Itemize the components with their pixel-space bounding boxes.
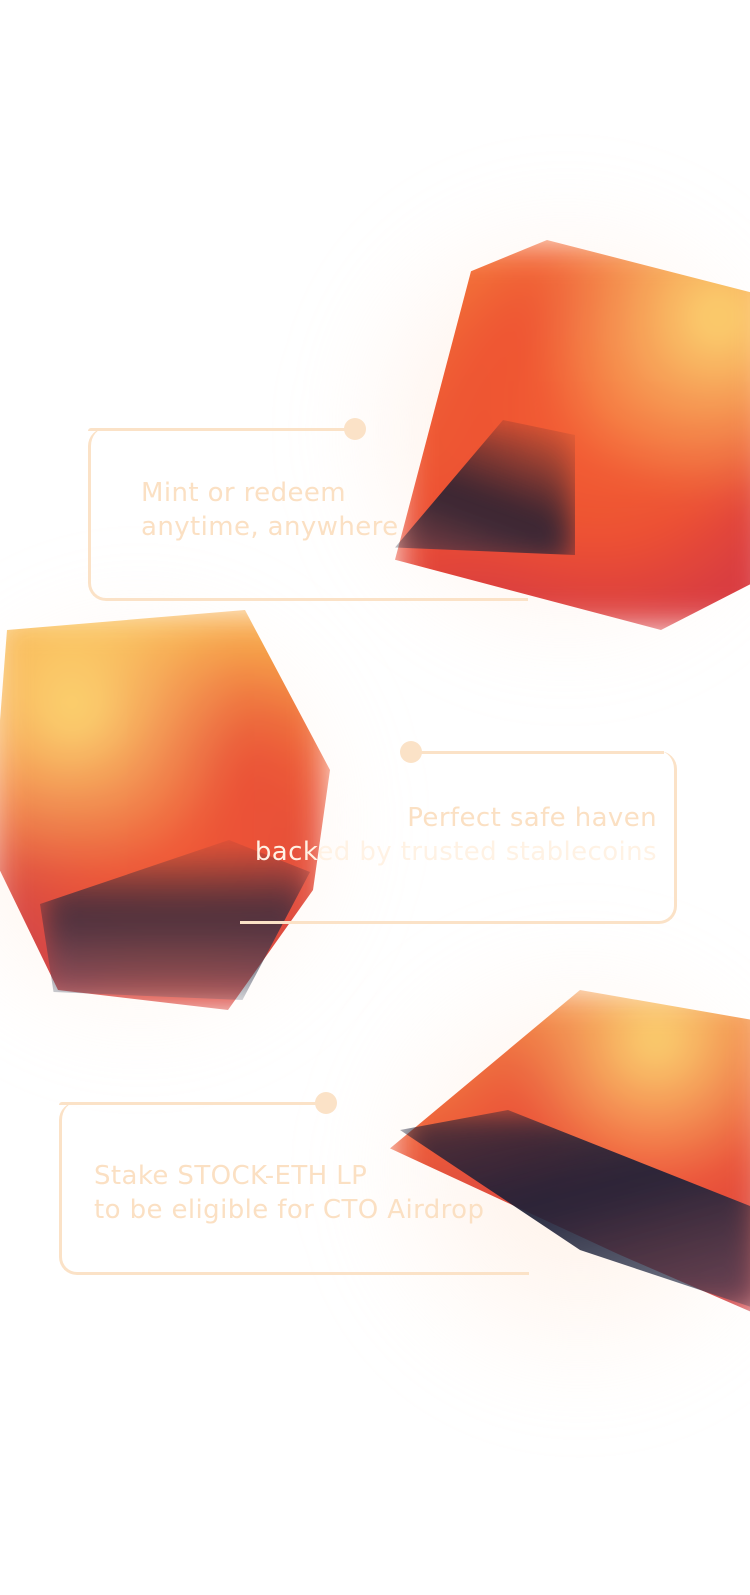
- feature-card-stake-text: Stake STOCK-ETH LP to be eligible for CT…: [94, 1159, 484, 1227]
- feature-safe-haven-line2: backed by trusted stablecoins: [254, 837, 657, 867]
- feature-card-mint-connector-dot: [344, 418, 366, 440]
- feature-safe-haven-line1: Perfect safe haven: [407, 803, 657, 833]
- feature-stake-line2: to be eligible for CTO Airdrop: [94, 1195, 485, 1225]
- feature-stake-line1: Stake STOCK-ETH LP: [94, 1161, 368, 1191]
- feature-page: Mint or redeem anytime, anywhere Perfect…: [0, 0, 750, 1595]
- feature-card-safe-haven-connector-line: [412, 751, 664, 754]
- feature-card-stake-connector-dot: [315, 1092, 337, 1114]
- feature-card-safe-haven-text: Perfect safe haven backed by trusted sta…: [255, 801, 657, 869]
- feature-mint-line1: Mint or redeem: [141, 478, 346, 508]
- feature-card-safe-haven-connector-dot: [400, 741, 422, 763]
- feature-card-stake-connector-line: [59, 1102, 319, 1105]
- feature-mint-line2: anytime, anywhere: [141, 512, 399, 542]
- feature-card-mint-text: Mint or redeem anytime, anywhere: [141, 476, 399, 544]
- feature-card-mint-connector-line: [88, 428, 348, 431]
